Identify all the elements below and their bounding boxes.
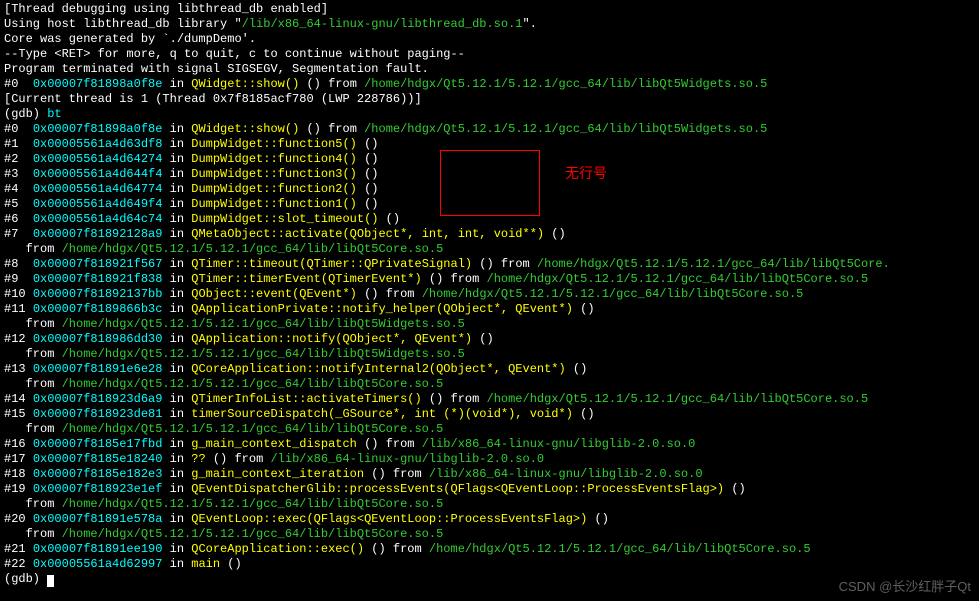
terminal-line: #8 0x00007f818921f567 in QTimer::timeout…	[4, 257, 975, 272]
terminal-line: #0 0x00007f81898a0f8e in QWidget::show()…	[4, 77, 975, 92]
terminal-line: #5 0x00005561a4d649f4 in DumpWidget::fun…	[4, 197, 975, 212]
terminal-line: [Thread debugging using libthread_db ena…	[4, 2, 975, 17]
terminal-line: (gdb) bt	[4, 107, 975, 122]
watermark: CSDN @长沙红胖子Qt	[839, 579, 971, 595]
terminal-line: #18 0x00007f8185e182e3 in g_main_context…	[4, 467, 975, 482]
terminal-line: from /home/hdgx/Qt5.12.1/5.12.1/gcc_64/l…	[4, 422, 975, 437]
terminal-line: #16 0x00007f8185e17fbd in g_main_context…	[4, 437, 975, 452]
terminal-line: from /home/hdgx/Qt5.12.1/5.12.1/gcc_64/l…	[4, 527, 975, 542]
terminal-line: (gdb)	[4, 572, 975, 587]
terminal-line: #0 0x00007f81898a0f8e in QWidget::show()…	[4, 122, 975, 137]
terminal-line: Program terminated with signal SIGSEGV, …	[4, 62, 975, 77]
terminal-line: from /home/hdgx/Qt5.12.1/5.12.1/gcc_64/l…	[4, 347, 975, 362]
terminal-line: #20 0x00007f81891e578a in QEventLoop::ex…	[4, 512, 975, 527]
terminal-line: --Type <RET> for more, q to quit, c to c…	[4, 47, 975, 62]
terminal-line: from /home/hdgx/Qt5.12.1/5.12.1/gcc_64/l…	[4, 242, 975, 257]
terminal-line: #11 0x00007f8189866b3c in QApplicationPr…	[4, 302, 975, 317]
terminal-line: [Current thread is 1 (Thread 0x7f8185acf…	[4, 92, 975, 107]
terminal-line: #4 0x00005561a4d64774 in DumpWidget::fun…	[4, 182, 975, 197]
terminal-line: #7 0x00007f81892128a9 in QMetaObject::ac…	[4, 227, 975, 242]
terminal-line: #12 0x00007f818986dd30 in QApplication::…	[4, 332, 975, 347]
terminal-output: [Thread debugging using libthread_db ena…	[4, 2, 975, 587]
terminal-line: from /home/hdgx/Qt5.12.1/5.12.1/gcc_64/l…	[4, 317, 975, 332]
cursor[interactable]	[47, 575, 54, 587]
terminal-line: #13 0x00007f81891e6e28 in QCoreApplicati…	[4, 362, 975, 377]
terminal-line: Using host libthread_db library "/lib/x8…	[4, 17, 975, 32]
terminal-line: Core was generated by `./dumpDemo'.	[4, 32, 975, 47]
terminal-line: from /home/hdgx/Qt5.12.1/5.12.1/gcc_64/l…	[4, 497, 975, 512]
terminal-line: #3 0x00005561a4d644f4 in DumpWidget::fun…	[4, 167, 975, 182]
terminal-line: #6 0x00005561a4d64c74 in DumpWidget::slo…	[4, 212, 975, 227]
terminal-line: #19 0x00007f818923e1ef in QEventDispatch…	[4, 482, 975, 497]
terminal-line: #22 0x00005561a4d62997 in main ()	[4, 557, 975, 572]
terminal-line: #14 0x00007f818923d6a9 in QTimerInfoList…	[4, 392, 975, 407]
terminal-line: #9 0x00007f818921f838 in QTimer::timerEv…	[4, 272, 975, 287]
terminal-line: #1 0x00005561a4d63df8 in DumpWidget::fun…	[4, 137, 975, 152]
terminal-line: #10 0x00007f81892137bb in QObject::event…	[4, 287, 975, 302]
terminal-line: #17 0x00007f8185e18240 in ?? () from /li…	[4, 452, 975, 467]
terminal-line: from /home/hdgx/Qt5.12.1/5.12.1/gcc_64/l…	[4, 377, 975, 392]
terminal-line: #2 0x00005561a4d64274 in DumpWidget::fun…	[4, 152, 975, 167]
terminal-line: #15 0x00007f818923de81 in timerSourceDis…	[4, 407, 975, 422]
terminal-line: #21 0x00007f81891ee190 in QCoreApplicati…	[4, 542, 975, 557]
